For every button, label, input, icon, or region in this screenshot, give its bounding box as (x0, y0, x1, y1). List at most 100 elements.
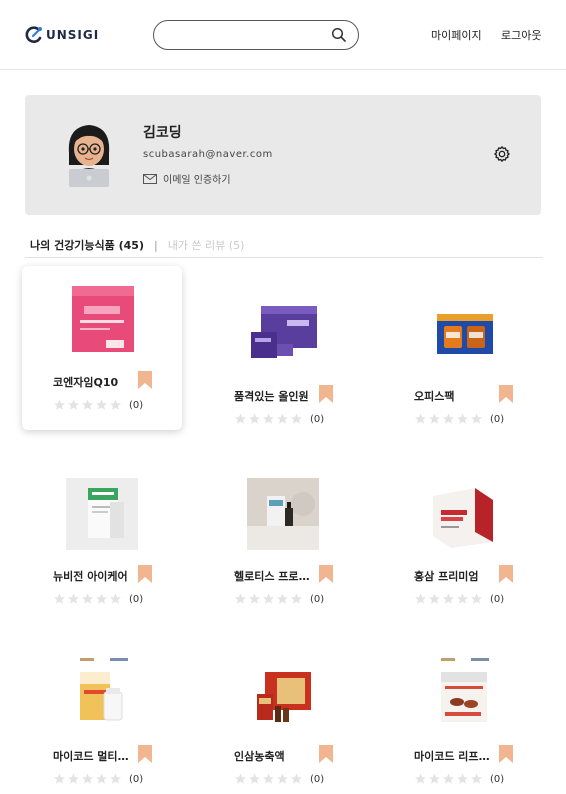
product-name[interactable]: 코엔자임Q10 (53, 374, 135, 390)
rating-stars (414, 773, 484, 785)
star-icon (82, 773, 93, 784)
product-card[interactable]: 오피스팩 (0) (383, 280, 543, 444)
review-count: (0) (129, 594, 144, 605)
bookmark-icon[interactable] (319, 385, 333, 403)
star-icon (471, 773, 482, 784)
product-card[interactable]: 마이코드 리프레시 (0) (383, 640, 543, 794)
star-icon (96, 399, 107, 410)
product-image (66, 478, 138, 550)
star-icon (457, 773, 468, 784)
nav-mypage-link[interactable]: 마이페이지 (431, 27, 482, 43)
rating-stars (234, 593, 304, 605)
star-icon (68, 593, 79, 604)
star-icon (235, 593, 246, 604)
bookmark-icon[interactable] (319, 745, 333, 763)
product-image (66, 284, 138, 356)
bookmark-icon[interactable] (319, 565, 333, 583)
star-icon (471, 593, 482, 604)
email-verify-label: 이메일 인증하기 (163, 175, 231, 186)
star-icon (443, 593, 454, 604)
search-bar[interactable] (153, 20, 359, 50)
star-icon (263, 773, 274, 784)
product-image (247, 478, 319, 550)
star-icon (443, 413, 454, 424)
email-verify-link[interactable]: 이메일 인증하기 (143, 171, 231, 186)
tab-my-reviews[interactable]: 내가 쓴 리뷰 (5) (168, 237, 245, 253)
product-name[interactable]: 마이코드 리프레시 (414, 748, 496, 764)
rating-stars (53, 773, 123, 785)
profile-card: 김코딩 scubasarah@naver.com 이메일 인증하기 (25, 95, 541, 215)
search-input[interactable] (166, 26, 326, 44)
bookmark-icon[interactable] (499, 385, 513, 403)
product-card[interactable]: 헬로티스 프로폴리스 (0) (203, 460, 363, 624)
review-count: (0) (490, 594, 505, 605)
product-name[interactable]: 인삼농축액 (234, 748, 316, 764)
product-image (427, 658, 499, 730)
star-icon (457, 593, 468, 604)
tab-bar: 나의 건강기능식품 (45) | 내가 쓴 리뷰 (5) (30, 237, 244, 253)
search-icon[interactable] (331, 27, 347, 43)
rating-stars (53, 399, 123, 411)
header: UNSIGI 마이페이지 로그아웃 (0, 0, 566, 70)
logo[interactable]: UNSIGI (24, 22, 99, 48)
star-icon (457, 413, 468, 424)
star-icon (54, 773, 65, 784)
logo-text: UNSIGI (46, 28, 100, 42)
star-icon (429, 413, 440, 424)
star-icon (249, 593, 260, 604)
star-icon (429, 773, 440, 784)
star-icon (429, 593, 440, 604)
star-icon (68, 399, 79, 410)
bookmark-icon[interactable] (499, 745, 513, 763)
star-icon (249, 773, 260, 784)
star-icon (415, 413, 426, 424)
star-icon (110, 593, 121, 604)
star-icon (110, 773, 121, 784)
product-card[interactable]: 인삼농축액 (0) (203, 640, 363, 794)
rating-stars (234, 413, 304, 425)
nav-logout-link[interactable]: 로그아웃 (501, 27, 541, 43)
product-image (247, 298, 319, 370)
review-count: (0) (310, 594, 325, 605)
star-icon (235, 413, 246, 424)
product-name[interactable]: 헬로티스 프로폴리스 (234, 568, 316, 584)
product-card[interactable]: 마이코드 멀티비타민 (0) (22, 640, 182, 794)
review-count: (0) (490, 414, 505, 425)
star-icon (415, 593, 426, 604)
rating-stars (414, 593, 484, 605)
product-image (427, 478, 499, 550)
product-name[interactable]: 오피스팩 (414, 388, 496, 404)
product-name[interactable]: 뉴비전 아이케어 (53, 568, 135, 584)
bookmark-icon[interactable] (138, 745, 152, 763)
product-image (247, 658, 319, 730)
bookmark-icon[interactable] (138, 371, 152, 389)
star-icon (263, 413, 274, 424)
product-name[interactable]: 품격있는 올인원 (234, 388, 316, 404)
bookmark-icon[interactable] (499, 565, 513, 583)
rating-stars (53, 593, 123, 605)
review-count: (0) (129, 774, 144, 785)
star-icon (96, 593, 107, 604)
logo-icon (25, 26, 42, 43)
star-icon (96, 773, 107, 784)
bookmark-icon[interactable] (138, 565, 152, 583)
star-icon (54, 399, 65, 410)
star-icon (110, 399, 121, 410)
review-count: (0) (310, 774, 325, 785)
star-icon (291, 593, 302, 604)
gear-icon[interactable] (493, 145, 511, 163)
mail-icon (143, 173, 157, 184)
tab-my-supplements[interactable]: 나의 건강기능식품 (45) (30, 237, 144, 253)
product-name[interactable]: 마이코드 멀티비타민 (53, 748, 135, 764)
star-icon (263, 593, 274, 604)
product-card[interactable]: 홍삼 프리미엄 (0) (383, 460, 543, 624)
product-card[interactable]: 코엔자임Q10 (0) (22, 266, 182, 430)
tab-separator: | (153, 238, 158, 252)
product-card[interactable]: 뉴비전 아이케어 (0) (22, 460, 182, 624)
review-count: (0) (310, 414, 325, 425)
star-icon (68, 773, 79, 784)
star-icon (54, 593, 65, 604)
product-name[interactable]: 홍삼 프리미엄 (414, 568, 496, 584)
star-icon (235, 773, 246, 784)
product-card[interactable]: 품격있는 올인원 (0) (203, 280, 363, 444)
